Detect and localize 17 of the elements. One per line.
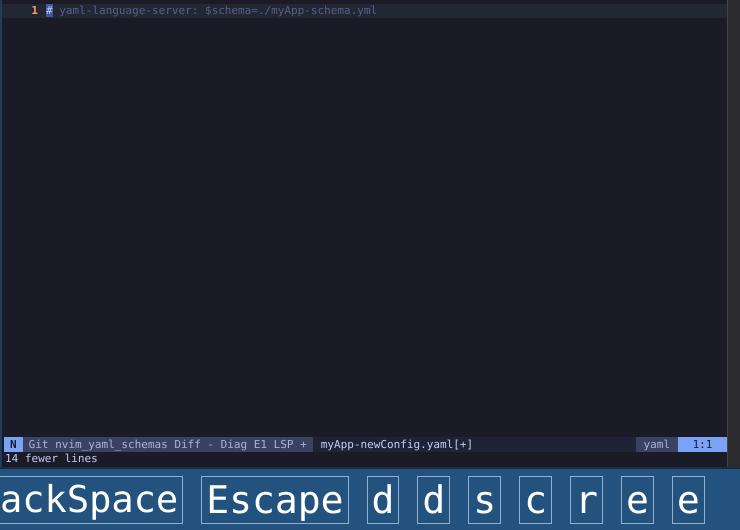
key-label: e bbox=[672, 476, 705, 524]
mode-indicator: N bbox=[4, 437, 23, 452]
key-label: d bbox=[366, 476, 400, 524]
key-label: Escape bbox=[201, 476, 348, 524]
cursor-position: 1:1 bbox=[678, 437, 727, 452]
file-name: myApp-newConfig.yaml[+] bbox=[320, 437, 474, 452]
key-label: e bbox=[620, 476, 654, 524]
key-label: r bbox=[570, 476, 603, 524]
message-line: 14 fewer lines bbox=[4, 452, 99, 466]
key-label: c bbox=[519, 476, 552, 524]
key-label: s bbox=[468, 476, 502, 524]
key-label: ackSpace bbox=[0, 476, 184, 524]
file-type: yaml bbox=[636, 437, 678, 452]
key-label: d bbox=[417, 476, 450, 524]
git-status: Git nvim_yaml_schemas Diff - Diag E1 LSP + bbox=[22, 437, 313, 452]
code-line: # yaml-language-server: $schema=./myApp-schema.yml bbox=[46, 4, 378, 18]
line-number: 1 bbox=[30, 4, 39, 18]
